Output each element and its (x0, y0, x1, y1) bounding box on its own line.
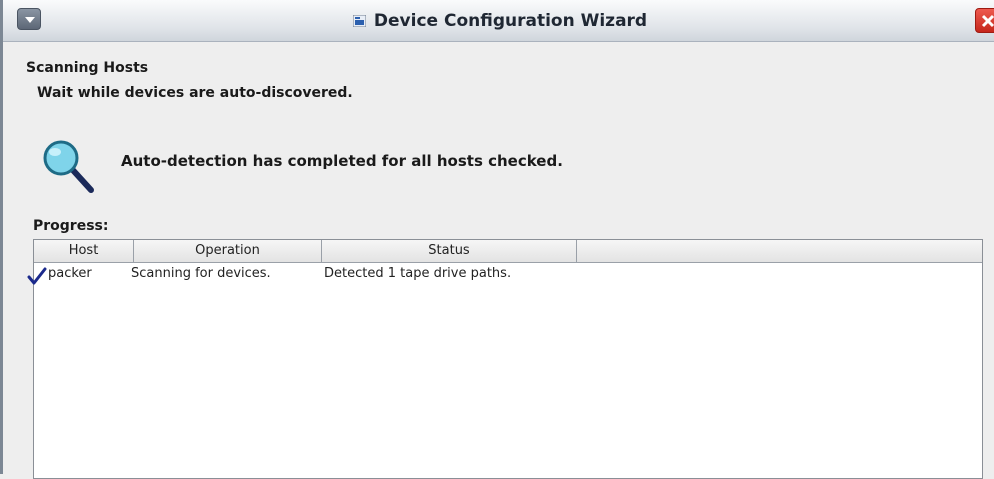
page-subheading: Wait while devices are auto-discovered. (37, 85, 353, 101)
table-row[interactable]: packer Scanning for devices. Detected 1 … (27, 264, 982, 286)
column-header-host[interactable]: Host (34, 240, 134, 262)
cell-status: Detected 1 tape drive paths. (324, 266, 512, 281)
checkmark-icon (27, 267, 47, 285)
column-header-status[interactable]: Status (322, 240, 577, 262)
wizard-window: Device Configuration Wizard Scanning Hos… (0, 0, 994, 479)
title-bar[interactable]: Device Configuration Wizard (3, 0, 994, 42)
cell-host: packer (48, 266, 92, 281)
title-container: Device Configuration Wizard (3, 0, 994, 41)
window-title: Device Configuration Wizard (373, 10, 648, 31)
completion-message: Auto-detection has completed for all hos… (121, 152, 563, 170)
page-heading: Scanning Hosts (26, 60, 149, 76)
progress-label: Progress: (33, 218, 109, 234)
magnifier-icon (43, 140, 94, 193)
close-button[interactable] (975, 8, 994, 33)
window-app-icon (352, 14, 366, 27)
column-header-operation[interactable]: Operation (134, 240, 322, 262)
table-header: Host Operation Status (34, 240, 982, 263)
cell-operation: Scanning for devices. (131, 266, 271, 281)
close-icon (981, 14, 994, 28)
progress-table[interactable]: Host Operation Status packer Scanning fo… (27, 239, 983, 479)
